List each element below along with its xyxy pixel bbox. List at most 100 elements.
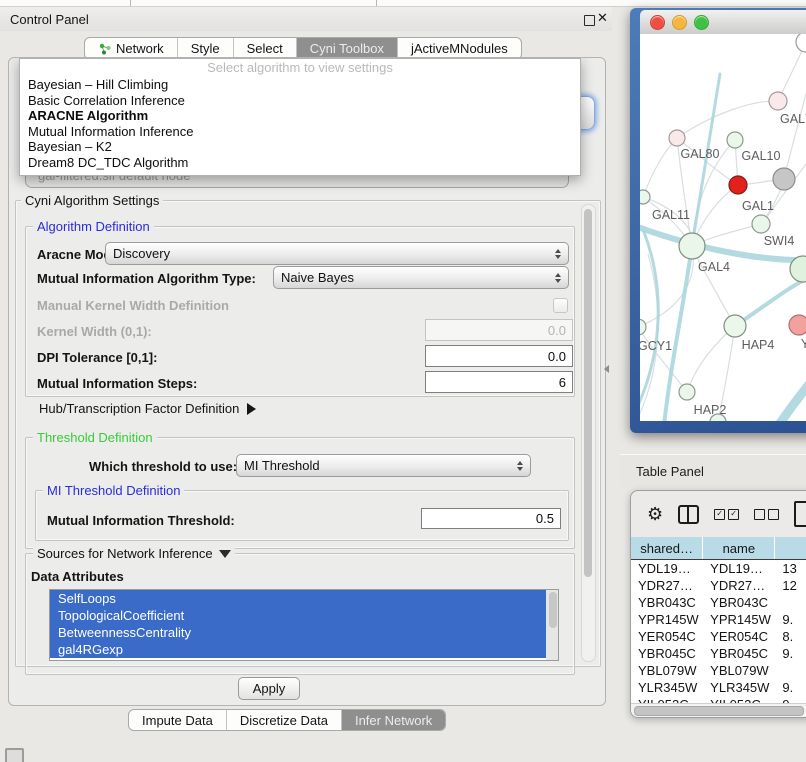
data-attributes-list[interactable]: SelfLoopsTopologicalCoefficientBetweenne… [49, 589, 559, 661]
table-row[interactable]: YER054CYER054C8. [631, 628, 806, 645]
settings-scrollbar-thumb[interactable] [584, 209, 592, 577]
node-gal4[interactable] [679, 233, 705, 259]
attribute-item-selfloops[interactable]: SelfLoops [50, 590, 558, 607]
table-cell: 9. [775, 611, 806, 628]
node-gal10[interactable] [727, 132, 743, 148]
node-gal80[interactable] [669, 130, 685, 146]
manual-kernel-checkbox[interactable] [553, 298, 568, 313]
column-header-shared[interactable]: shared… [631, 537, 703, 559]
document-icon[interactable] [794, 501, 806, 527]
toolbar-edge [0, 0, 806, 7]
network-window-titlebar[interactable] [640, 10, 806, 35]
tab-jactivemnodules[interactable]: jActiveMNodules [397, 38, 521, 59]
attribute-item-topologicalcoefficient[interactable]: TopologicalCoefficient [50, 607, 558, 624]
tab-infer-network[interactable]: Infer Network [341, 710, 445, 730]
mi-threshold-value: 0.5 [536, 511, 554, 526]
table-row[interactable]: YBL079WYBL079W [631, 662, 806, 679]
minimize-traffic-light[interactable] [672, 15, 687, 30]
which-threshold-combo[interactable]: MI Threshold [236, 454, 531, 477]
expand-right-icon[interactable] [247, 403, 256, 415]
node-gal11[interactable] [640, 190, 650, 204]
network-edge[interactable] [687, 326, 735, 392]
mi-threshold-label: Mutual Information Threshold: [47, 513, 235, 528]
algorithm-option-bayesian-hill-climbing[interactable]: Bayesian – Hill Climbing [20, 77, 580, 93]
close-traffic-light[interactable] [650, 15, 665, 30]
node-salmon[interactable] [789, 315, 806, 335]
columns-icon[interactable] [678, 505, 699, 524]
network-edge[interactable] [784, 94, 806, 179]
table-cell: YER054C [631, 628, 703, 645]
node-salmon-label: Y [801, 337, 806, 351]
data-attributes-label: Data Attributes [31, 569, 124, 584]
node-gal7[interactable] [769, 92, 787, 110]
table-row[interactable]: YPR145WYPR145W9. [631, 611, 806, 628]
table-row[interactable]: YBR043CYBR043C [631, 594, 806, 611]
algorithm-option-aracne-algorithm[interactable]: ARACNE Algorithm [20, 108, 580, 124]
apply-button[interactable]: Apply [238, 677, 300, 700]
attribute-item-betweennesscentrality[interactable]: BetweennessCentrality [50, 624, 558, 641]
table-cell: YDR27… [631, 577, 703, 594]
network-edge-highlighted[interactable] [778, 376, 806, 421]
tab-select[interactable]: Select [233, 38, 296, 59]
table-cell: YBR043C [703, 594, 775, 611]
settings-scrollbar-track[interactable] [581, 204, 596, 662]
table-cell: YLR345W [631, 679, 703, 696]
network-canvas[interactable]: GAL7GAL80GAL10GAL1GAL11GAL4SWI4GCY1HAP4Y… [640, 34, 806, 421]
tab-cyni-toolbox[interactable]: Cyni Toolbox [296, 38, 397, 59]
sources-group-label[interactable]: Sources for Network Inference [33, 546, 235, 561]
dpi-tolerance-field[interactable]: 0.0 [425, 345, 573, 367]
attribute-item-gal4rgexp[interactable]: gal4RGexp [50, 641, 558, 658]
column-header-extra[interactable] [775, 537, 806, 559]
network-edge[interactable] [677, 101, 778, 138]
node-gray[interactable] [773, 168, 795, 190]
table-hscrollbar-track[interactable] [631, 703, 806, 717]
network-view-window[interactable]: GAL7GAL80GAL10GAL1GAL11GAL4SWI4GCY1HAP4Y… [630, 8, 806, 433]
node-selected[interactable] [729, 176, 747, 194]
table-row[interactable]: YDL19…YDL19…13 [631, 560, 806, 577]
table-row[interactable]: YLR345WYLR345W9. [631, 679, 806, 696]
select-all-icon[interactable]: ✓✓ [714, 509, 739, 520]
threshold-definition-label: Threshold Definition [33, 430, 157, 445]
tab-discretize-data[interactable]: Discretize Data [226, 710, 341, 730]
hub-section-toggle[interactable]: Hub/Transcription Factor Definition [39, 401, 256, 416]
algorithm-option-bayesian-k2[interactable]: Bayesian – K2 [20, 139, 580, 155]
dpi-tolerance-value: 0.0 [548, 349, 566, 364]
attributes-scrollbar-thumb[interactable] [549, 592, 557, 628]
algorithm-option-dream8-dc-tdc-algorithm[interactable]: Dream8 DC_TDC Algorithm [20, 155, 580, 171]
table-row[interactable]: YBR045CYBR045C9. [631, 645, 806, 662]
mi-steps-field[interactable]: 6 [425, 371, 573, 393]
kernel-width-field[interactable]: 0.0 [425, 319, 573, 341]
collapse-down-icon[interactable] [219, 550, 231, 558]
node-hap4[interactable] [724, 315, 746, 337]
tab-impute-data[interactable]: Impute Data [129, 710, 226, 730]
table-cell: YDL19… [631, 560, 703, 577]
dock-panel-icon[interactable] [5, 748, 24, 762]
table-hscrollbar-thumb[interactable] [634, 706, 804, 716]
splitter-collapse-icon[interactable] [604, 365, 609, 373]
network-graph[interactable]: GAL7GAL80GAL10GAL1GAL11GAL4SWI4GCY1HAP4Y… [640, 34, 806, 421]
screen: Control Panel ✕ NetworkStyleSelectCyni T… [0, 0, 806, 762]
node-gal1[interactable] [752, 215, 770, 233]
node-topright[interactable] [796, 34, 806, 52]
table-window: ⚙ ✓✓ shared…name YDL19…YDL19…13YDR27…YDR… [630, 490, 806, 718]
algorithm-option-mutual-information-inference[interactable]: Mutual Information Inference [20, 124, 580, 140]
table-row[interactable]: YDR27…YDR27…12 [631, 577, 806, 594]
mi-threshold-field[interactable]: 0.5 [421, 508, 561, 529]
mi-type-combo[interactable]: Naive Bayes [273, 266, 569, 289]
network-edge[interactable] [643, 138, 677, 197]
aracne-mode-combo[interactable]: Discovery [105, 242, 569, 265]
float-panel-icon[interactable] [584, 15, 595, 26]
column-header-name[interactable]: name [703, 537, 775, 559]
deselect-all-icon[interactable] [754, 509, 779, 520]
close-panel-icon[interactable]: ✕ [597, 10, 608, 26]
table-cell: YBR045C [631, 645, 703, 662]
algorithm-option-basic-correlation-inference[interactable]: Basic Correlation Inference [20, 93, 580, 109]
attributes-scrollbar-track[interactable] [546, 590, 558, 660]
node-hap2[interactable] [679, 384, 695, 400]
gear-icon[interactable]: ⚙ [647, 505, 663, 523]
node-gcy1[interactable] [640, 319, 646, 335]
tab-style[interactable]: Style [177, 38, 233, 59]
zoom-traffic-light[interactable] [694, 15, 709, 30]
table-cell: YDR27… [703, 577, 775, 594]
tab-network[interactable]: Network [85, 38, 177, 59]
